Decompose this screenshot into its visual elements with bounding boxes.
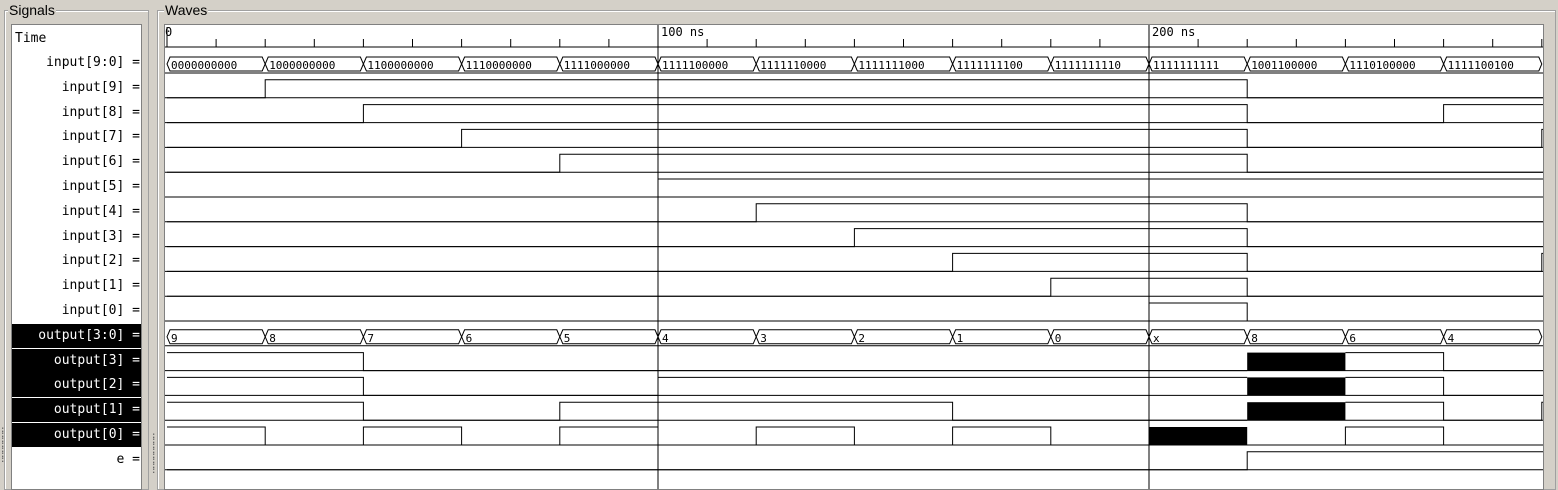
bus_output-segment xyxy=(853,329,954,345)
bus_output-value: 0 xyxy=(1055,332,1062,345)
unknown-state-block xyxy=(1247,377,1346,396)
wave-in2 xyxy=(167,252,1543,272)
bus_input-value: 1111111000 xyxy=(858,59,924,72)
wave-e xyxy=(167,451,1543,471)
wave-in1 xyxy=(167,277,1543,297)
splitter-grip-middle[interactable]: :::::::: xyxy=(151,432,156,476)
unknown-state-block xyxy=(1247,402,1346,421)
bus_output-segment xyxy=(1050,329,1150,345)
signal-name-in7[interactable]: input[7] = xyxy=(12,125,141,149)
time-tick-label: 0 xyxy=(165,25,172,39)
signals-group-label: Signals xyxy=(8,2,56,18)
signal-name-in1[interactable]: input[1] = xyxy=(12,274,141,298)
signal-name-out0[interactable]: output[0] = xyxy=(12,423,141,447)
signal-name-in2[interactable]: input[2] = xyxy=(12,249,141,273)
bus_input-value: 1111110000 xyxy=(760,59,826,72)
wave-in4 xyxy=(167,203,1543,223)
bus_output-value: 8 xyxy=(269,332,276,345)
signal-name-in8[interactable]: input[8] = xyxy=(12,101,141,125)
unknown-state-block xyxy=(1149,427,1248,445)
signal-name-out3[interactable]: output[3] = xyxy=(12,348,141,373)
bus_input-value: 1111111111 xyxy=(1153,59,1219,72)
bus_output-value: 6 xyxy=(1349,332,1356,345)
signal-list[interactable]: Time input[9:0] = input[9] = input[8] = inp… xyxy=(11,24,142,490)
signal-name-in0[interactable]: input[0] = xyxy=(12,299,141,323)
bus_output-value: 2 xyxy=(858,332,865,345)
bus_output-segment xyxy=(952,329,1052,345)
bus_output-segment xyxy=(461,329,561,345)
bus_output-segment xyxy=(1246,329,1346,345)
bus_input-value: 1110000000 xyxy=(466,59,532,72)
bus_output-value: 5 xyxy=(564,332,571,345)
signal-name-in9[interactable]: input[9] = xyxy=(12,76,141,100)
bus_input-value: 1111100000 xyxy=(662,59,728,72)
signal-name-out2[interactable]: output[2] = xyxy=(12,373,141,398)
wave-out0 xyxy=(167,426,1543,446)
bus_output-segment xyxy=(166,329,266,345)
time-tick-label: 200 ns xyxy=(1152,25,1195,39)
bus_input-value: 1111100100 xyxy=(1448,59,1514,72)
bus_output-value: 9 xyxy=(171,332,178,345)
bus_output-segment xyxy=(559,329,659,345)
bus_output-segment xyxy=(1148,329,1248,345)
bus_output-segment xyxy=(1443,329,1543,345)
bus_input-value: 1110100000 xyxy=(1349,59,1415,72)
waves-group-label: Waves xyxy=(164,2,209,18)
bus_input-value: 1111111110 xyxy=(1055,59,1121,72)
bus_output-segment xyxy=(362,329,463,345)
wave-in8 xyxy=(167,104,1543,124)
bus_input-value: 0000000000 xyxy=(171,59,237,72)
bus_output-value: 3 xyxy=(760,332,767,345)
bus_input-value: 1111000000 xyxy=(564,59,630,72)
bus_input-value: 1111111100 xyxy=(957,59,1023,72)
waveform-canvas[interactable]: 0 100 ns 200 ns 0000000000 1000000000 1100000… xyxy=(165,25,1544,490)
wave-in5 xyxy=(167,178,1543,198)
bus_output-value: 7 xyxy=(367,332,374,345)
bus_output-segment xyxy=(1344,329,1445,345)
signal-name-in6[interactable]: input[6] = xyxy=(12,150,141,174)
bus_input-value: 1100000000 xyxy=(367,59,433,72)
bus_output-value: 4 xyxy=(662,332,669,345)
signal-name-output_bus[interactable]: output[3:0] = xyxy=(12,323,141,348)
unknown-state-block xyxy=(1247,352,1346,371)
wave-in9 xyxy=(167,79,1543,99)
bus_output-segment xyxy=(264,329,364,345)
time-label: Time xyxy=(15,31,47,46)
time-tick-label: 100 ns xyxy=(661,25,704,39)
bus_output-segment xyxy=(755,329,855,345)
waveform-viewer[interactable]: 0 100 ns 200 ns 0000000000 1000000000 1100000… xyxy=(164,24,1544,490)
bus_input-value: 1000000000 xyxy=(269,59,335,72)
splitter-grip-left[interactable]: ::::::: xyxy=(0,426,5,465)
signal-name-in4[interactable]: input[4] = xyxy=(12,200,141,224)
bus_output-value: 6 xyxy=(466,332,473,345)
signal-name-e[interactable]: e = xyxy=(12,448,141,472)
wave-in0 xyxy=(167,302,1543,322)
bus_input-value: 1001100000 xyxy=(1251,59,1317,72)
wave-in3 xyxy=(167,228,1543,248)
bus_output-value: x xyxy=(1153,332,1160,345)
signal-name-in3[interactable]: input[3] = xyxy=(12,225,141,249)
signal-name-out1[interactable]: output[1] = xyxy=(12,398,141,423)
wave-in7 xyxy=(167,128,1543,148)
bus_output-value: 8 xyxy=(1251,332,1258,345)
signal-name-input_bus[interactable]: input[9:0] = xyxy=(12,51,141,75)
signal-name-in5[interactable]: input[5] = xyxy=(12,175,141,199)
bus_output-value: 4 xyxy=(1448,332,1455,345)
wave-in6 xyxy=(167,153,1543,173)
bus_output-segment xyxy=(657,329,757,345)
bus_output-value: 1 xyxy=(957,332,964,345)
